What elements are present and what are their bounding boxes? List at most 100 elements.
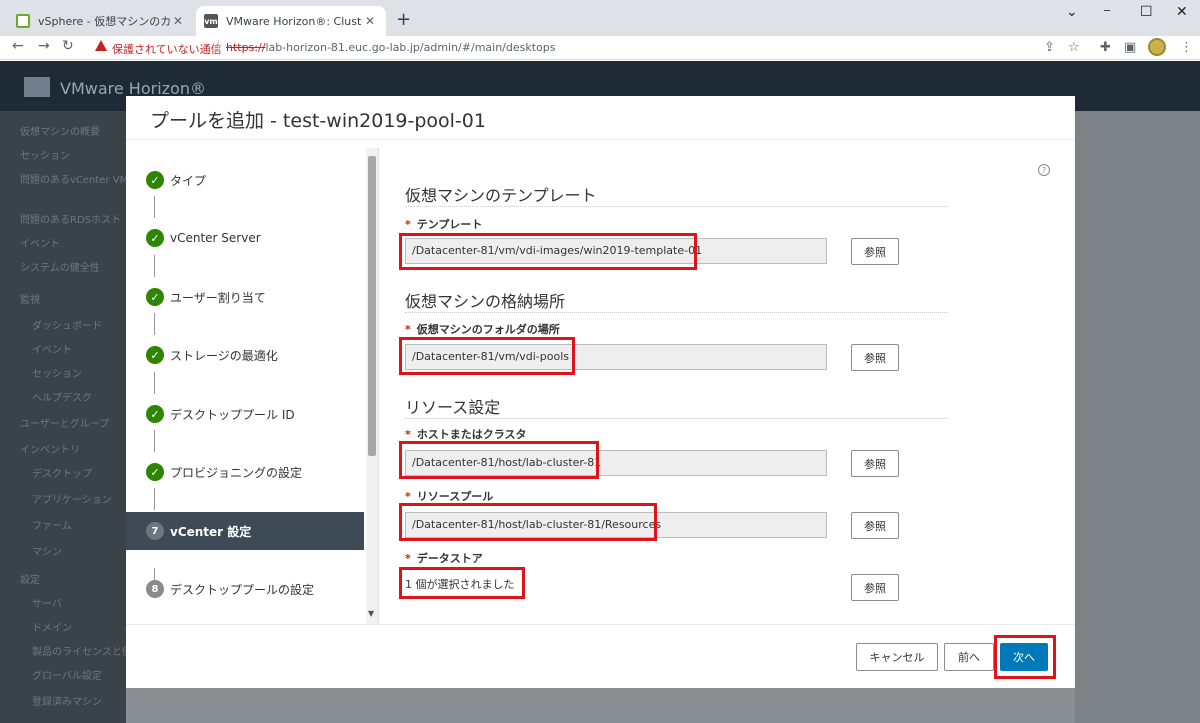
host-cluster-field[interactable]: /Datacenter-81/host/lab-cluster-81: [405, 450, 827, 476]
close-icon[interactable]: ✕: [362, 14, 378, 28]
step-label: デスクトッププール ID: [170, 407, 295, 422]
sidebar-item: アプリケーション: [32, 495, 112, 506]
host-label-text: ホストまたはクラスタ: [416, 428, 527, 441]
scroll-thumb[interactable]: [368, 156, 376, 456]
vm-folder-field[interactable]: /Datacenter-81/vm/vdi-pools: [405, 344, 827, 370]
modal-backdrop: [1075, 111, 1200, 723]
sidebar-item: 設定: [20, 575, 40, 586]
wizard-step-pool-id[interactable]: ✓ デスクトッププール ID: [126, 395, 364, 433]
sidebar-item: デスクトップ: [32, 469, 92, 480]
vmware-icon: vm: [204, 14, 218, 28]
back-button[interactable]: 前へ: [944, 643, 994, 671]
divider: [126, 624, 1075, 625]
extensions-icon[interactable]: ✚: [1100, 40, 1111, 55]
browse-template-button[interactable]: 参照: [851, 238, 899, 265]
wizard-step-vcenter-settings[interactable]: 7 vCenter 設定: [126, 512, 364, 550]
menu-icon[interactable]: ⋮: [1180, 40, 1193, 55]
browse-resource-pool-button[interactable]: 参照: [851, 512, 899, 539]
wizard-steps: ✓ タイプ ✓ vCenter Server ✓ ユーザー割り当て ✓ ストレー…: [126, 148, 378, 624]
wizard-step-pool-settings[interactable]: 8 デスクトッププールの設定: [126, 570, 364, 608]
forward-arrow-icon[interactable]: →: [38, 38, 50, 54]
resource-pool-label: * リソースプール: [405, 488, 493, 504]
sidebar-item: 問題のあるRDSホスト: [20, 215, 121, 226]
new-tab-button[interactable]: +: [396, 9, 411, 30]
browse-host-button[interactable]: 参照: [851, 450, 899, 477]
sidebar-item: 仮想マシンの概要: [20, 127, 100, 138]
wizard-step-provisioning[interactable]: ✓ プロビジョニングの設定: [126, 453, 364, 491]
step-connector: [154, 313, 155, 335]
warning-icon: [95, 40, 107, 51]
browse-folder-button[interactable]: 参照: [851, 344, 899, 371]
check-icon: ✓: [146, 229, 164, 247]
cancel-button[interactable]: キャンセル: [856, 643, 938, 671]
resource-pool-field[interactable]: /Datacenter-81/host/lab-cluster-81/Resou…: [405, 512, 827, 538]
required-mark: *: [405, 218, 411, 231]
divider: [405, 206, 947, 207]
close-window-button[interactable]: ✕: [1176, 4, 1188, 20]
sidebar-item: ダッシュボード: [32, 321, 102, 332]
wizard-step-user-assignment[interactable]: ✓ ユーザー割り当て: [126, 278, 364, 316]
wizard-step-type[interactable]: ✓ タイプ: [126, 161, 364, 199]
next-button[interactable]: 次へ: [1000, 643, 1048, 671]
wizard-step-storage-optimization[interactable]: ✓ ストレージの最適化: [126, 336, 364, 374]
required-mark: *: [405, 323, 411, 336]
vcenter-settings-panel: ? 仮想マシンのテンプレート * テンプレート /Datacenter-81/vm…: [378, 148, 1075, 624]
check-icon: ✓: [146, 463, 164, 481]
url-separator: [218, 40, 219, 55]
help-icon[interactable]: ?: [1038, 164, 1050, 176]
browser-tabstrip: vSphere - 仮想マシンのカスタマイズ仕様 ✕ vm VMware Hor…: [0, 0, 1200, 36]
section-heading-vm-location: 仮想マシンの格納場所: [405, 292, 566, 311]
step-connector: [154, 488, 155, 510]
sidebar-item: イベント: [32, 345, 72, 356]
bookmark-star-icon[interactable]: ☆: [1068, 40, 1080, 55]
tab-search-icon[interactable]: ⌄: [1066, 4, 1078, 20]
browser-tab-horizon[interactable]: vm VMware Horizon®: Cluster-LAB-H ✕: [196, 6, 386, 36]
sidebar-item: システムの健全性: [20, 263, 100, 274]
maximize-button[interactable]: ☐: [1140, 4, 1153, 20]
address-bar[interactable]: https://lab-horizon-81.euc.go-lab.jp/adm…: [226, 41, 556, 54]
steps-scrollbar[interactable]: ▼: [366, 148, 378, 624]
check-icon: ✓: [146, 346, 164, 364]
browser-toolbar: ← → ↻ 保護されていない通信 https://lab-horizon-81.…: [0, 36, 1200, 60]
step-label: vCenter 設定: [170, 524, 252, 539]
step-connector: [154, 196, 155, 218]
url-path: lab-horizon-81.euc.go-lab.jp/admin/#/mai…: [265, 41, 556, 54]
sidebar-item: サーバ: [32, 599, 62, 610]
dialog-title: プールを追加 - test-win2019-pool-01: [150, 110, 486, 132]
section-heading-resources: リソース設定: [405, 398, 501, 417]
sidebar-item: 監視: [20, 295, 40, 306]
side-panel-icon[interactable]: ▣: [1124, 40, 1136, 55]
sidebar-item: ヘルプデスク: [32, 393, 92, 404]
sidebar-item: セッション: [20, 151, 70, 162]
wizard-step-vcenter-server[interactable]: ✓ vCenter Server: [126, 219, 364, 257]
step-label: ユーザー割り当て: [170, 290, 266, 305]
sidebar-item: ユーザーとグループ: [20, 419, 110, 430]
step-number: 8: [146, 580, 164, 598]
back-arrow-icon[interactable]: ←: [12, 38, 24, 54]
step-label: タイプ: [170, 173, 207, 188]
step-label: デスクトッププールの設定: [170, 582, 315, 597]
profile-avatar[interactable]: [1148, 38, 1166, 56]
share-icon[interactable]: ⇪: [1044, 40, 1055, 55]
step-connector: [154, 255, 155, 277]
security-warning[interactable]: 保護されていない通信: [112, 41, 222, 57]
divider: [405, 418, 947, 419]
minimize-button[interactable]: ─: [1104, 6, 1110, 17]
sidebar-item: ドメイン: [32, 623, 72, 634]
required-mark: *: [405, 490, 411, 503]
browse-datastore-button[interactable]: 参照: [851, 574, 899, 601]
step-label: ストレージの最適化: [170, 348, 278, 363]
host-label: * ホストまたはクラスタ: [405, 426, 527, 442]
app-sidebar: 仮想マシンの概要 セッション 問題のあるvCenter VM 問題のあるRDSホ…: [0, 111, 162, 723]
url-scheme: https://: [226, 41, 266, 54]
section-heading-vm-template: 仮想マシンのテンプレート: [405, 186, 597, 205]
datastore-label-text: データストア: [416, 552, 483, 565]
scroll-down-icon[interactable]: ▼: [368, 609, 374, 618]
folder-label: * 仮想マシンのフォルダの場所: [405, 321, 560, 337]
close-icon[interactable]: ✕: [170, 14, 186, 28]
reload-icon[interactable]: ↻: [62, 38, 74, 54]
add-pool-dialog: プールを追加 - test-win2019-pool-01 ✓ タイプ ✓ vC…: [126, 96, 1075, 688]
browser-tab-vsphere[interactable]: vSphere - 仮想マシンのカスタマイズ仕様 ✕: [8, 6, 194, 36]
step-number: 7: [146, 522, 164, 540]
template-field[interactable]: /Datacenter-81/vm/vdi-images/win2019-tem…: [405, 238, 827, 264]
